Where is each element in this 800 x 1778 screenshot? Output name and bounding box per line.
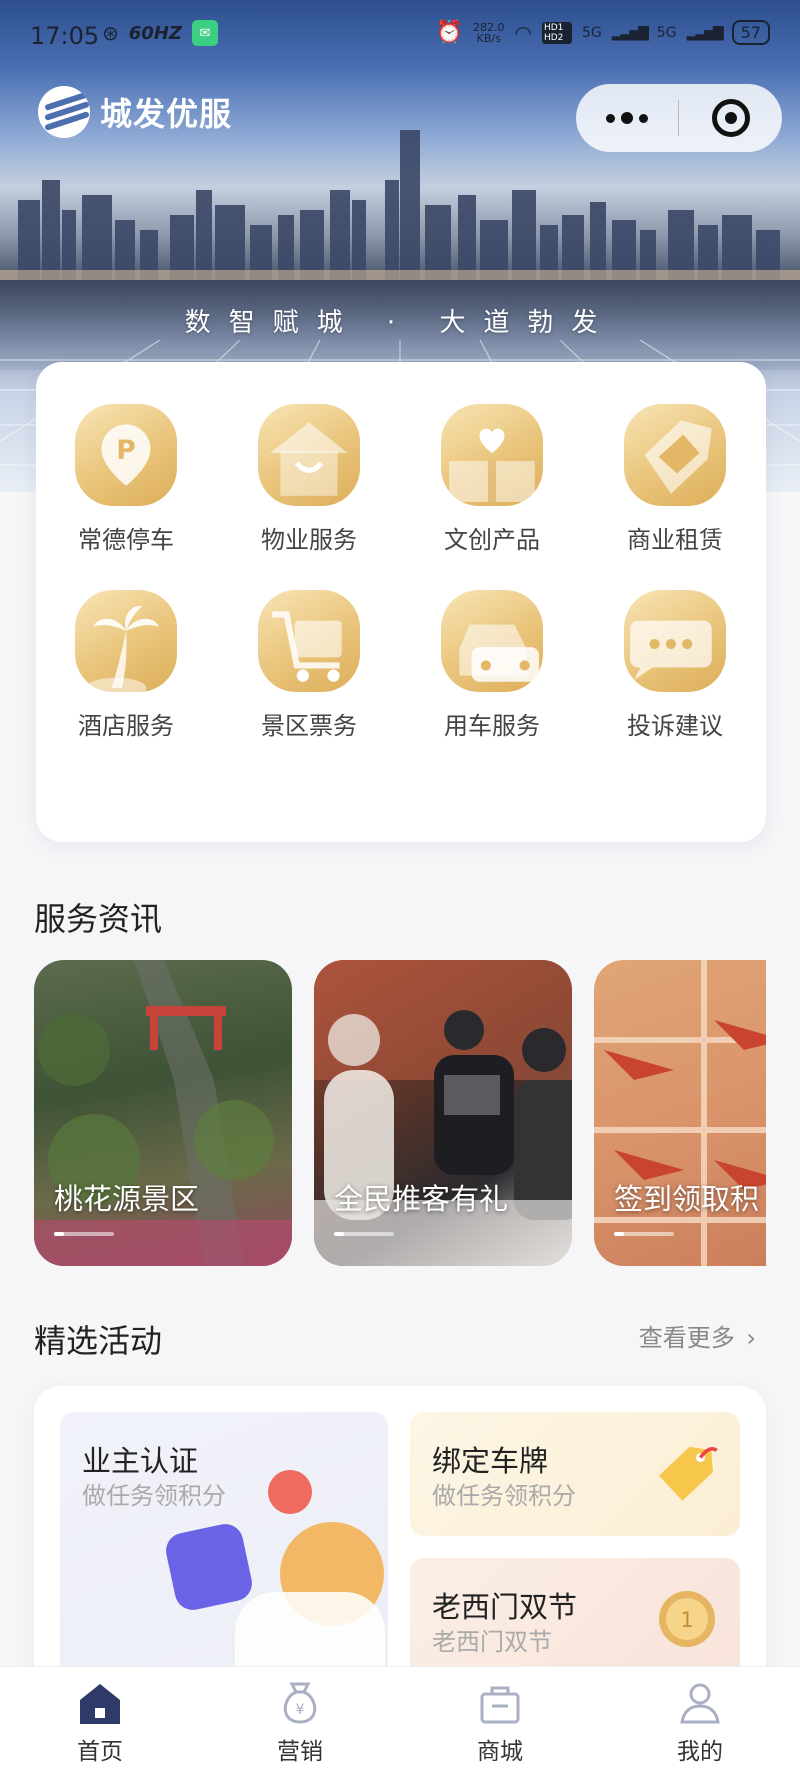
- meeting-photo: [314, 960, 572, 1266]
- service-label: 常德停车: [78, 526, 174, 554]
- service-cultural-products[interactable]: 文创产品: [422, 404, 562, 555]
- carousel-indicator: [334, 1232, 394, 1236]
- car-icon: [441, 590, 543, 692]
- service-label: 投诉建议: [627, 712, 723, 740]
- service-label: 酒店服务: [78, 712, 174, 740]
- chevron-right-icon: ›: [746, 1324, 756, 1352]
- tag-icon: [624, 404, 726, 506]
- service-scenic-tickets[interactable]: 景区票务: [239, 590, 379, 741]
- palm-tree-icon: [75, 590, 177, 692]
- coin-icon: 1: [659, 1591, 715, 1647]
- service-hotel[interactable]: 酒店服务: [56, 590, 196, 741]
- service-label: 文创产品: [444, 526, 540, 554]
- heart-gift-icon: [441, 404, 543, 506]
- shopping-bag-icon: [480, 1686, 520, 1723]
- svg-text:1: 1: [680, 1608, 693, 1632]
- scenic-area-photo: [34, 960, 292, 1266]
- service-label: 景区票务: [261, 712, 357, 740]
- chat-bubble-icon: [624, 590, 726, 692]
- signal-bars-icon: ▂▃▅▇: [686, 24, 724, 41]
- wifi-icon: ◠: [514, 20, 532, 45]
- aperture-icon: ⊛: [102, 21, 119, 45]
- tab-mall[interactable]: 商城: [400, 1667, 600, 1778]
- service-commercial-lease[interactable]: 商业租赁: [605, 404, 745, 555]
- home-icon: [80, 1683, 120, 1724]
- battery-indicator: 57: [731, 20, 770, 45]
- activity-owner-verification[interactable]: 业主认证 做任务领积分: [60, 1412, 388, 1706]
- activities-panel: 业主认证 做任务领积分 绑定车牌 做任务领积分 老西门双节 老西门双节 1: [34, 1386, 766, 1706]
- service-parking[interactable]: P 常德停车: [56, 404, 196, 555]
- activity-title: 老西门双节: [432, 1590, 578, 1624]
- svg-text:¥: ¥: [296, 1702, 305, 1718]
- signal-1-label: 5G: [581, 24, 602, 41]
- activities-section-title: 精选活动: [34, 1322, 163, 1360]
- carousel-indicator: [54, 1232, 114, 1236]
- service-label: 物业服务: [261, 526, 357, 554]
- news-label: 全民推客有礼: [334, 1182, 509, 1216]
- parking-icon: P: [75, 404, 177, 506]
- activity-title: 绑定车牌: [432, 1444, 549, 1478]
- carousel-indicator: [614, 1232, 674, 1236]
- user-icon: [680, 1683, 720, 1723]
- news-card[interactable]: 桃花源景区: [34, 960, 292, 1266]
- signal-2-label: 5G: [656, 24, 677, 41]
- tab-home[interactable]: 首页: [0, 1667, 200, 1778]
- message-app-icon: ✉: [191, 20, 218, 46]
- tab-label: 首页: [77, 1738, 123, 1765]
- activity-subtitle: 做任务领积分: [432, 1482, 576, 1510]
- hero-slogan: 数智赋城 · 大道勃发: [184, 308, 616, 338]
- services-grid: P 常德停车 物业服务 文创产品 商业租赁 酒店服务 景区票务 用车服务 投诉建…: [36, 362, 766, 842]
- tab-label: 商城: [477, 1738, 523, 1765]
- service-car-rental[interactable]: 用车服务: [422, 590, 562, 741]
- news-label: 签到领取积: [614, 1182, 760, 1216]
- tab-label: 营销: [277, 1738, 323, 1765]
- status-time: 17:05: [30, 22, 100, 50]
- news-carousel[interactable]: 桃花源景区 全民推客有礼 签到领取积: [34, 960, 766, 1266]
- brand-logo-icon: [38, 86, 90, 138]
- news-label: 桃花源景区: [54, 1182, 200, 1216]
- 3d-shapes-illustration: [166, 1470, 385, 1706]
- close-mini-program-button[interactable]: [679, 99, 782, 137]
- price-tag-icon: [659, 1446, 718, 1501]
- net-speed: 282.0 KB/s: [473, 20, 505, 45]
- mini-program-capsule: [576, 84, 782, 152]
- tab-mine[interactable]: 我的: [600, 1667, 800, 1778]
- activity-laoximen-festival[interactable]: 老西门双节 老西门双节 1: [410, 1558, 740, 1682]
- status-bar: 17:05 ⊛ 60HZ ✉ ⏰ 282.0 KB/s ◠ HD1 HD2 5G…: [0, 0, 800, 72]
- refresh-rate-label: 60HZ: [128, 22, 182, 44]
- signal-bars-icon: ▂▃▅▇: [611, 24, 649, 41]
- activity-bind-plate[interactable]: 绑定车牌 做任务领积分: [410, 1412, 740, 1536]
- svg-text:P: P: [116, 435, 135, 466]
- more-menu-button[interactable]: [576, 84, 678, 152]
- alarm-icon: ⏰: [435, 20, 463, 45]
- house-icon: [258, 404, 360, 506]
- brand: 城发优服: [38, 86, 232, 138]
- money-bag-icon: ¥: [283, 1682, 317, 1724]
- brand-name: 城发优服: [100, 95, 233, 133]
- service-label: 商业租赁: [627, 526, 723, 554]
- bottom-tab-bar: 首页 ¥ 营销 商城 我的: [0, 1666, 800, 1778]
- news-section-title: 服务资讯: [34, 900, 163, 938]
- news-card[interactable]: 签到领取积: [594, 960, 766, 1266]
- cart-icon: [258, 590, 360, 692]
- see-more-link[interactable]: 查看更多 ›: [639, 1318, 756, 1353]
- sign-in-photo: [594, 960, 766, 1266]
- target-close-icon: [711, 99, 750, 137]
- service-property[interactable]: 物业服务: [239, 404, 379, 555]
- hd-badge: HD1 HD2: [541, 21, 572, 44]
- activity-subtitle: 老西门双节: [432, 1628, 552, 1656]
- tab-label: 我的: [677, 1738, 723, 1765]
- service-complaints[interactable]: 投诉建议: [605, 590, 745, 741]
- news-card[interactable]: 全民推客有礼: [314, 960, 572, 1266]
- service-label: 用车服务: [444, 712, 540, 740]
- tab-marketing[interactable]: ¥ 营销: [200, 1667, 400, 1778]
